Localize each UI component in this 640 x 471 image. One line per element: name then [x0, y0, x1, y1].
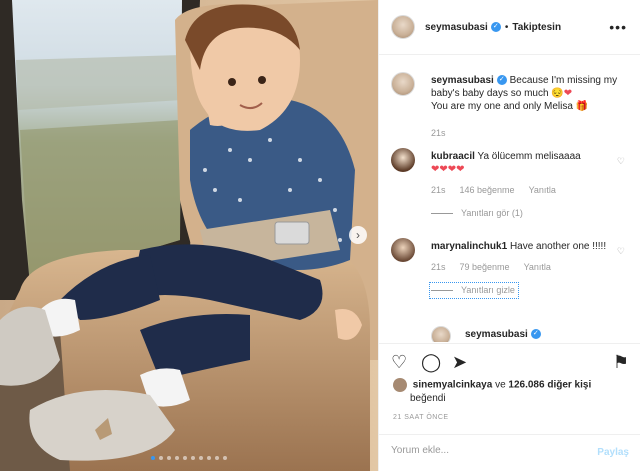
comment-hearts: ❤❤❤❤	[431, 164, 465, 175]
hide-replies-button[interactable]: Yanıtları gizle	[429, 282, 519, 299]
reply-avatar[interactable]	[431, 326, 451, 342]
carousel-dot	[191, 456, 195, 460]
comment-like-heart-icon[interactable]: ♡	[617, 156, 625, 167]
caption-time: 21s	[431, 128, 446, 138]
comment-text: Ya ölücemm melisaaaa	[477, 151, 581, 162]
likes-summary: sinemyalcinkaya ve 126.086 diğer kişi be…	[393, 378, 633, 405]
comment-username[interactable]: kubraacil	[431, 151, 475, 162]
photo-illustration	[0, 0, 378, 471]
post-header: seymasubasi ✓ • Takiptesin •••	[379, 0, 640, 55]
comment-likes[interactable]: 146 beğenme	[460, 184, 515, 197]
gift-emoji-icon: 🎁	[575, 101, 589, 112]
liker-username[interactable]: sinemyalcinkaya	[413, 380, 493, 391]
comment-icon[interactable]: ◯	[421, 352, 441, 373]
view-replies-button[interactable]: Yanıtları gör (1)	[431, 207, 621, 220]
reply-username[interactable]: seymasubasi	[465, 329, 528, 340]
verified-badge-icon: ✓	[530, 329, 541, 340]
comments-list[interactable]: seymasubasi ✓ Because I'm missing my baby…	[379, 56, 640, 342]
comment-text: Have another one !!!!!	[509, 241, 607, 252]
carousel-dot	[167, 456, 171, 460]
likes-suffix: beğendi	[410, 393, 446, 404]
caption-username[interactable]: seymasubasi	[431, 75, 494, 86]
carousel-dot	[199, 456, 203, 460]
likes-connector: ve	[495, 379, 506, 391]
post-photo[interactable]: ›	[0, 0, 378, 471]
carousel-dot	[207, 456, 211, 460]
carousel-dot	[159, 456, 163, 460]
carousel-dots	[0, 456, 378, 460]
carousel-dot	[175, 456, 179, 460]
caption-avatar[interactable]	[391, 72, 415, 96]
carousel-dot	[151, 456, 155, 460]
likes-count[interactable]: 126.086 diğer kişi	[508, 380, 591, 391]
bookmark-icon[interactable]: ⚑	[613, 352, 629, 373]
comment-username[interactable]: marynalinchuk1	[431, 241, 507, 252]
comment-time: 21s	[431, 185, 446, 195]
share-icon[interactable]: ➤	[452, 352, 467, 373]
comment-body: kubraacil Ya ölücemm melisaaaa ❤❤❤❤ 21s …	[431, 150, 621, 220]
post-comment-button[interactable]: Paylaş	[597, 447, 629, 458]
comment-likes[interactable]: 79 beğenme	[460, 261, 510, 274]
follow-separator: •	[504, 21, 509, 33]
liker-avatar[interactable]	[393, 378, 407, 392]
carousel-next-button[interactable]: ›	[349, 226, 367, 244]
caption-body: seymasubasi ✓ Because I'm missing my baby…	[431, 74, 621, 140]
sad-face-emoji-icon: 😔	[551, 88, 564, 99]
add-comment-bar: Paylaş	[379, 434, 640, 471]
heart-emoji-icon: ❤	[563, 88, 573, 99]
post-side-panel: seymasubasi ✓ • Takiptesin ••• seymasuba…	[378, 0, 640, 471]
comment-body: marynalinchuk1 Have another one !!!!! 21…	[429, 240, 621, 299]
replies-divider	[431, 213, 453, 214]
carousel-dot	[223, 456, 227, 460]
caption-text-2: You are my one and only Melisa	[431, 101, 573, 112]
post-timestamp[interactable]: 21 SAAT ÖNCE	[393, 414, 449, 421]
comment-like-heart-icon[interactable]: ♡	[617, 246, 625, 257]
comment-reply-button[interactable]: Yanıtla	[524, 261, 551, 274]
comment-avatar[interactable]	[391, 148, 415, 172]
carousel-dot	[183, 456, 187, 460]
more-options-icon[interactable]: •••	[609, 19, 627, 35]
follow-status-button[interactable]: Takiptesin	[512, 22, 561, 33]
like-heart-icon[interactable]: ♡	[391, 352, 407, 373]
verified-badge-icon: ✓	[490, 22, 501, 32]
view-replies-label: Yanıtları gör (1)	[461, 208, 523, 218]
comment-reply-button[interactable]: Yanıtla	[529, 184, 556, 197]
hide-replies-label: Yanıtları gizle	[461, 285, 515, 295]
action-bar: ♡ ◯ ➤ ⚑	[379, 343, 640, 383]
reply-body: seymasubasi ✓	[465, 328, 640, 341]
author-username[interactable]: seymasubasi	[425, 22, 488, 33]
add-comment-input[interactable]	[391, 445, 581, 456]
verified-badge-icon: ✓	[496, 75, 507, 86]
replies-divider	[431, 290, 453, 291]
carousel-dot	[215, 456, 219, 460]
author-avatar[interactable]	[391, 15, 415, 39]
comment-avatar[interactable]	[391, 238, 415, 262]
comment-time: 21s	[431, 262, 446, 272]
